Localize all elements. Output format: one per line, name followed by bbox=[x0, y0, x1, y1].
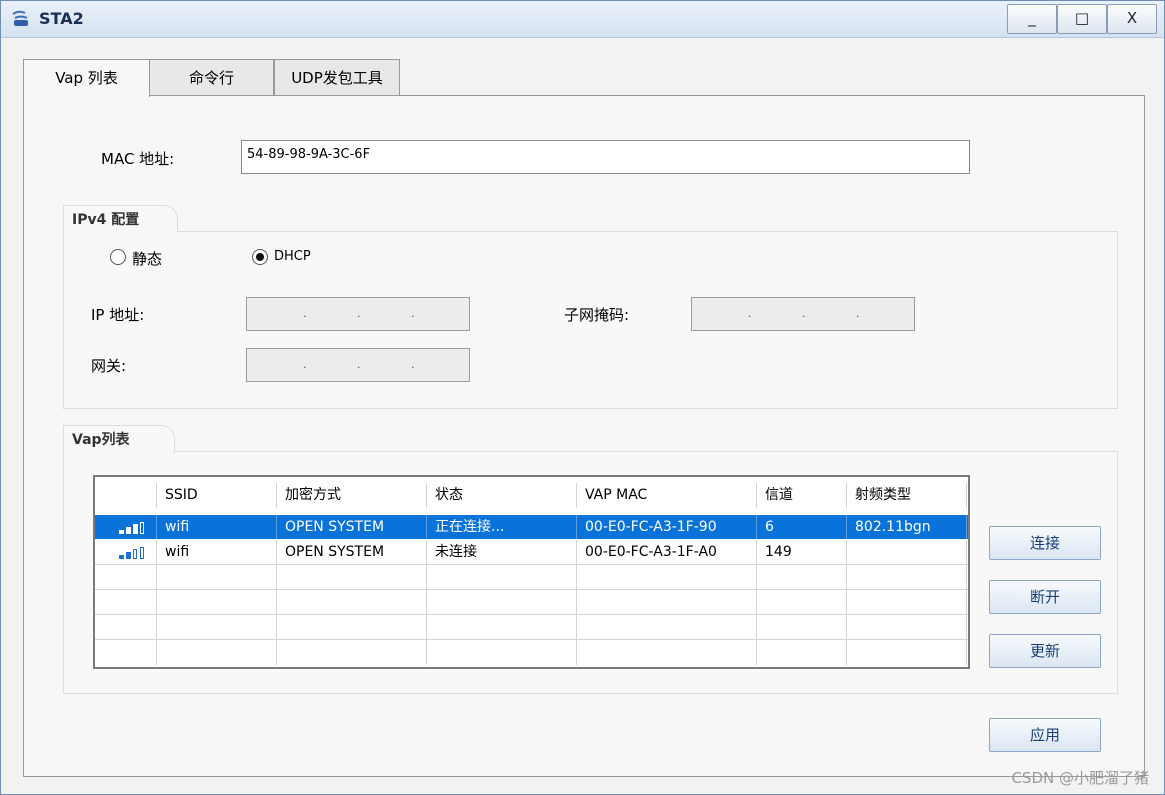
signal-strength-icon bbox=[119, 547, 155, 559]
vap-table[interactable]: SSID 加密方式 状态 VAP MAC 信道 射频类型 wifi OPEN S… bbox=[93, 475, 970, 669]
vap-group-title: Vap列表 bbox=[63, 425, 175, 453]
signal-cell bbox=[95, 540, 157, 564]
disconnect-button[interactable]: 断开 bbox=[989, 580, 1101, 614]
refresh-button[interactable]: 更新 bbox=[989, 634, 1101, 668]
ssid-cell: wifi bbox=[157, 540, 277, 564]
ssid-cell: wifi bbox=[157, 515, 277, 539]
connect-button[interactable]: 连接 bbox=[989, 526, 1101, 560]
tab-vap-list[interactable]: Vap 列表 bbox=[23, 59, 150, 97]
close-button[interactable]: X bbox=[1107, 4, 1157, 34]
dhcp-label: DHCP bbox=[274, 249, 311, 264]
radio-type-cell: 802.11bgn bbox=[847, 515, 967, 539]
tab-command-line[interactable]: 命令行 bbox=[149, 59, 274, 96]
minimize-button[interactable]: _ bbox=[1007, 4, 1057, 34]
vap-mac-cell: 00-E0-FC-A3-1F-90 bbox=[577, 515, 757, 539]
tab-udp-tool[interactable]: UDP发包工具 bbox=[274, 59, 400, 96]
header-vap-mac[interactable]: VAP MAC bbox=[577, 483, 757, 508]
channel-cell: 149 bbox=[757, 540, 847, 564]
encryption-cell: OPEN SYSTEM bbox=[277, 540, 427, 564]
header-signal bbox=[95, 483, 157, 508]
table-row[interactable]: wifi OPEN SYSTEM 正在连接... 00-E0-FC-A3-1F-… bbox=[95, 515, 968, 539]
app-icon bbox=[12, 10, 28, 26]
gateway-field[interactable]: ... bbox=[246, 348, 470, 382]
encryption-cell: OPEN SYSTEM bbox=[277, 515, 427, 539]
subnet-mask-label: 子网掩码: bbox=[564, 306, 630, 324]
vap-mac-cell: 00-E0-FC-A3-1F-A0 bbox=[577, 540, 757, 564]
header-radio-type[interactable]: 射频类型 bbox=[847, 483, 967, 508]
gateway-label: 网关: bbox=[91, 357, 127, 375]
ip-address-label: IP 地址: bbox=[91, 306, 145, 324]
table-row-empty bbox=[95, 640, 968, 665]
table-row-empty bbox=[95, 590, 968, 615]
header-ssid[interactable]: SSID bbox=[157, 483, 277, 508]
channel-cell: 6 bbox=[757, 515, 847, 539]
watermark-text: CSDN @小肥溜了猪 bbox=[1011, 769, 1149, 787]
static-radio[interactable] bbox=[110, 249, 126, 265]
status-cell: 正在连接... bbox=[427, 515, 577, 539]
table-row-empty bbox=[95, 615, 968, 640]
signal-cell bbox=[95, 515, 157, 539]
maximize-button[interactable]: □ bbox=[1057, 4, 1107, 34]
table-row[interactable]: wifi OPEN SYSTEM 未连接 00-E0-FC-A3-1F-A0 1… bbox=[95, 540, 968, 564]
subnet-mask-field[interactable]: ... bbox=[691, 297, 915, 331]
mac-address-field[interactable]: 54-89-98-9A-3C-6F bbox=[241, 140, 970, 174]
table-row-empty bbox=[95, 565, 968, 590]
dhcp-radio[interactable] bbox=[252, 249, 268, 265]
header-channel[interactable]: 信道 bbox=[757, 483, 847, 508]
table-header: SSID 加密方式 状态 VAP MAC 信道 射频类型 bbox=[95, 483, 968, 508]
header-status[interactable]: 状态 bbox=[427, 483, 577, 508]
app-window: STA2 _ □ X Vap 列表 命令行 UDP发包工具 MAC 地址: 54… bbox=[0, 0, 1165, 795]
signal-strength-icon bbox=[119, 522, 155, 534]
ipv4-group-title: IPv4 配置 bbox=[63, 205, 178, 233]
header-encryption[interactable]: 加密方式 bbox=[277, 483, 427, 508]
radio-type-cell bbox=[847, 540, 967, 564]
ip-address-field[interactable]: ... bbox=[246, 297, 470, 331]
status-cell: 未连接 bbox=[427, 540, 577, 564]
title-bar[interactable]: STA2 _ □ X bbox=[1, 1, 1164, 38]
apply-button[interactable]: 应用 bbox=[989, 718, 1101, 752]
window-title: STA2 bbox=[39, 9, 84, 28]
static-label: 静态 bbox=[132, 250, 163, 268]
mac-label: MAC 地址: bbox=[101, 150, 175, 168]
